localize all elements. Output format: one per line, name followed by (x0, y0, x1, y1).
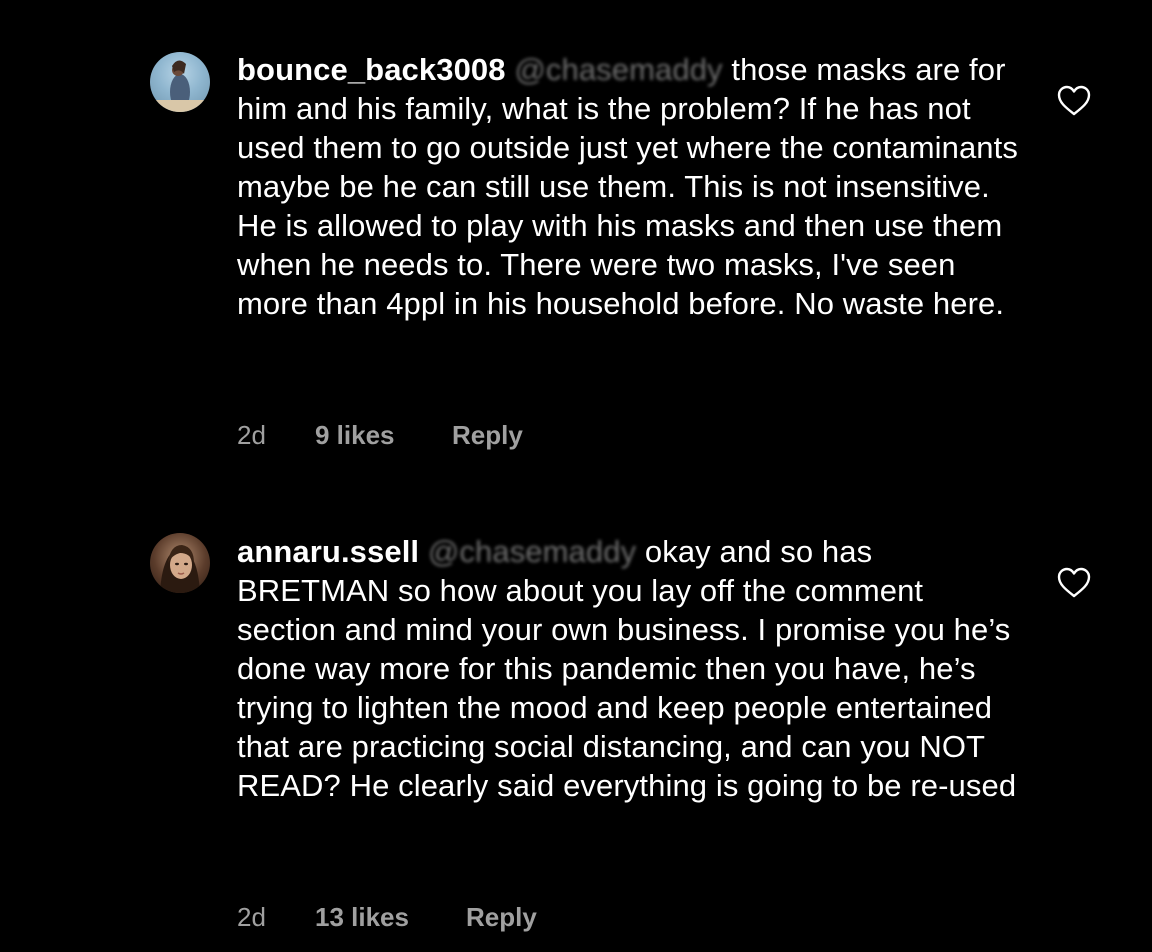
heart-outline-icon[interactable] (1057, 85, 1091, 117)
comment-username[interactable]: annaru.ssell (237, 534, 419, 569)
comment-username[interactable]: bounce_back3008 (237, 52, 506, 87)
comment-likes-count[interactable]: 9 likes (315, 420, 452, 451)
comment-text: annaru.ssell @chasemaddy okay and so has… (237, 532, 1027, 805)
comment-timestamp: 2d (237, 420, 266, 450)
comment-likes-count[interactable]: 13 likes (315, 902, 466, 933)
comment-meta: 2d 9 likes Reply (237, 420, 523, 451)
comment-mention[interactable]: @chasemaddy (428, 534, 636, 569)
reply-button[interactable]: Reply (452, 420, 523, 451)
avatar[interactable] (150, 533, 210, 593)
reply-button[interactable]: Reply (466, 902, 537, 933)
comment-message: okay and so has BRETMAN so how about you… (237, 534, 1017, 803)
comment-mention[interactable]: @chasemaddy (514, 52, 722, 87)
heart-outline-icon[interactable] (1057, 567, 1091, 599)
comment-message: those masks are for him and his family, … (237, 52, 1018, 321)
comment-meta: 2d 13 likes Reply (237, 902, 537, 933)
avatar[interactable] (150, 52, 210, 112)
comment-timestamp: 2d (237, 902, 266, 932)
comment-text: bounce_back3008 @chasemaddy those masks … (237, 50, 1027, 323)
